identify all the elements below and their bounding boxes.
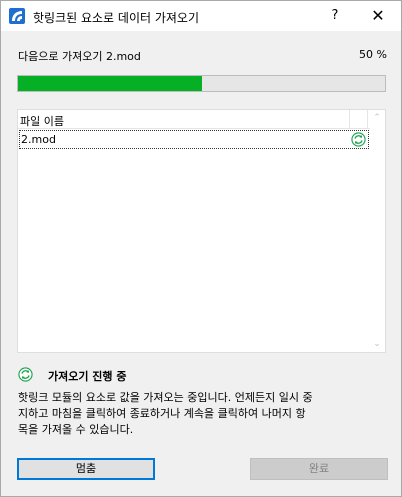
sync-icon — [18, 367, 33, 382]
column-divider[interactable] — [349, 110, 350, 128]
scroll-up-icon[interactable]: ⌃ — [369, 110, 385, 126]
column-header-file-name[interactable]: 파일 이름 — [20, 113, 64, 129]
close-button[interactable]: ✕ — [363, 1, 393, 31]
sync-icon — [351, 132, 366, 147]
file-name-cell: 2.mod — [21, 133, 56, 146]
vertical-scrollbar[interactable]: ⌃ ⌄ — [369, 110, 385, 352]
table-row[interactable]: 2.mod — [19, 130, 369, 149]
scroll-down-icon[interactable]: ⌄ — [369, 336, 385, 352]
progress-label: 가져오기 진행 중 — [48, 370, 127, 383]
app-logo-icon — [9, 8, 25, 24]
column-divider[interactable] — [367, 110, 368, 128]
window-title: 핫링크된 요소로 데이터 가져오기 — [33, 11, 200, 25]
progress-bar — [17, 75, 386, 92]
current-file-status: 다음으로 가져오기 2.mod — [18, 50, 141, 63]
progress-description: 핫링크 모듈의 요소로 값을 가져오는 중입니다. 언제든지 일시 중 지하고 … — [18, 391, 313, 436]
progress-bar-fill — [18, 76, 202, 91]
stop-button[interactable]: 멈춤 — [17, 458, 155, 480]
help-button[interactable]: ? — [321, 1, 349, 31]
file-list-header: 파일 이름 — [18, 110, 370, 129]
import-dialog: 핫링크된 요소로 데이터 가져오기 ? ✕ 다음으로 가져오기 2.mod 50… — [0, 0, 402, 497]
file-list[interactable]: 파일 이름 2.mod ⌃ ⌄ — [17, 109, 386, 353]
title-bar: 핫링크된 요소로 데이터 가져오기 ? ✕ — [1, 1, 401, 31]
done-button[interactable]: 완료 — [250, 458, 388, 480]
progress-percent: 50 % — [359, 48, 387, 61]
